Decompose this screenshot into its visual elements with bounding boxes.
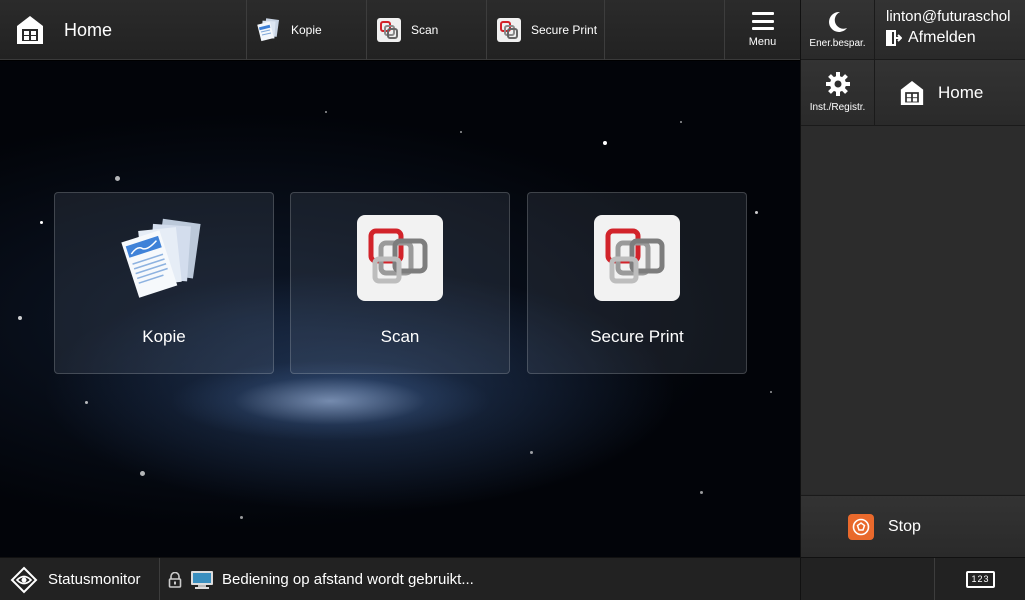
status-bar: Statusmonitor Bediening op afstand wordt…	[0, 557, 800, 600]
gear-icon	[825, 72, 850, 96]
home-screen: Kopie Scan Secure Print	[0, 61, 800, 557]
moon-icon	[828, 11, 847, 32]
tile-kopie[interactable]: Kopie	[54, 192, 274, 374]
home-label: Home	[64, 19, 113, 40]
tile-secure-print[interactable]: Secure Print	[527, 192, 747, 374]
quick-button-kopie[interactable]: Kopie	[246, 0, 364, 60]
quick-button-empty[interactable]	[604, 0, 724, 60]
copy-icon	[121, 218, 201, 298]
tile-label: Secure Print	[590, 327, 684, 346]
right-bottom-bar: 123	[801, 557, 1025, 600]
menu-button[interactable]: Menu	[724, 0, 800, 60]
logout-button[interactable]: Afmelden	[886, 29, 1025, 47]
remote-computer-icon	[191, 570, 213, 589]
quick-button-scan[interactable]: Scan	[366, 0, 484, 60]
stop-icon	[848, 513, 874, 540]
hamburger-icon	[751, 12, 774, 30]
copy-icon	[257, 18, 280, 42]
tile-label: Scan	[380, 327, 420, 346]
quick-button-label: Kopie	[291, 23, 322, 37]
status-message: Bediening op afstand wordt gebruikt...	[168, 558, 474, 600]
top-bar: Home Kopie Scan Secure Print Menu	[0, 0, 800, 60]
stop-label: Stop	[888, 517, 921, 535]
tile-label: Kopie	[142, 327, 186, 346]
quick-button-label: Secure Print	[531, 23, 598, 37]
energy-saver-label: Ener.bespar.	[809, 37, 866, 49]
right-home-button[interactable]: Home	[875, 60, 1025, 126]
stop-button[interactable]: Stop	[801, 495, 1025, 557]
menu-label: Menu	[748, 36, 777, 48]
right-panel-body	[801, 126, 1025, 494]
keypad-icon: 123	[966, 571, 995, 588]
logout-label: Afmelden	[908, 29, 976, 46]
energy-saver-button[interactable]: Ener.bespar.	[801, 0, 875, 60]
home-icon	[900, 80, 924, 105]
scan-icon	[377, 18, 401, 42]
status-message-text: Bediening op afstand wordt gebruikt...	[222, 571, 474, 588]
numeric-keypad-button[interactable]: 123	[934, 558, 1025, 600]
lock-icon	[168, 571, 182, 588]
eye-icon	[10, 566, 38, 593]
settings-label: Inst./Registr.	[809, 102, 866, 113]
home-icon	[17, 16, 43, 44]
settings-button[interactable]: Inst./Registr.	[801, 60, 875, 126]
status-monitor-label: Statusmonitor	[48, 571, 141, 588]
quick-button-label: Scan	[411, 23, 439, 37]
quick-button-secure-print[interactable]: Secure Print	[486, 0, 604, 60]
scan-icon	[357, 215, 443, 301]
user-name: linton@futuraschol	[886, 8, 1011, 25]
tile-scan[interactable]: Scan	[290, 192, 510, 374]
status-monitor-button[interactable]: Statusmonitor	[0, 558, 160, 600]
user-area: linton@futuraschol Afmelden	[875, 0, 1025, 60]
secure-print-icon	[497, 18, 521, 42]
right-home-label: Home	[938, 82, 984, 102]
right-panel: Ener.bespar. linton@futuraschol Afmelden	[800, 0, 1025, 600]
secure-print-icon	[594, 215, 680, 301]
home-button[interactable]: Home	[0, 0, 245, 60]
logout-icon	[886, 30, 902, 46]
